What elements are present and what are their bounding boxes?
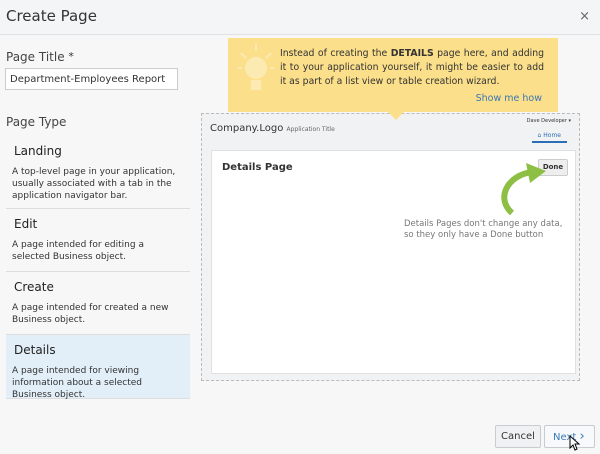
home-label: Home (543, 132, 561, 139)
page-title-label: Page Title * (6, 50, 74, 64)
curved-arrow-icon (501, 163, 546, 215)
preview-card-title: Details Page (222, 162, 293, 173)
item-desc: A page intended for editing a selected B… (12, 240, 144, 262)
home-icon: ⌂ (537, 132, 542, 139)
preview-card: Details Page Done Details Pages don't ch… (211, 150, 576, 374)
tip-bold: DETAILS (390, 48, 434, 59)
page-title-input[interactable] (5, 68, 178, 90)
tip-text: Instead of creating the (280, 48, 391, 59)
required-marker: * (68, 50, 74, 63)
preview-home-tab: ⌂ Home (531, 132, 567, 143)
dialog-title: Create Page (6, 7, 97, 25)
hint-tooltip: Instead of creating the DETAILS page her… (228, 38, 558, 120)
logo-text: Company.Logo (210, 123, 284, 134)
page-type-create[interactable]: Create A page intended for created a new … (6, 272, 190, 335)
page-preview: Company.Logo Application Title Dave Deve… (201, 113, 580, 381)
item-desc: A top-level page in your application, us… (12, 167, 176, 201)
dialog-header: Create Page × (0, 0, 600, 35)
page-type-edit[interactable]: Edit A page intended for editing a select… (6, 209, 190, 272)
preview-note: Details Pages don't change any data, so … (404, 219, 563, 240)
page-title-label-text: Page Title (6, 50, 65, 64)
preview-user: Dave Developer ▾ (526, 118, 571, 124)
show-me-how-link[interactable]: Show me how (476, 92, 542, 106)
item-name: Landing (14, 144, 62, 158)
page-type-label: Page Type (6, 115, 67, 129)
mouse-cursor-icon (569, 435, 581, 451)
page-type-details[interactable]: Details A page intended for viewing infor… (6, 335, 190, 400)
item-desc: A page intended for viewing information … (12, 366, 142, 400)
item-desc: A page intended for created a new Busine… (12, 303, 169, 325)
item-name: Create (14, 280, 54, 294)
cancel-button[interactable]: Cancel (495, 425, 541, 448)
preview-logo: Company.Logo Application Title (210, 123, 335, 134)
close-icon[interactable]: × (579, 9, 590, 24)
lightbulb-icon (238, 44, 274, 90)
app-title: Application Title (286, 126, 335, 133)
page-type-landing[interactable]: Landing A top-level page in your applicat… (6, 136, 190, 209)
item-name: Edit (14, 217, 38, 231)
item-name: Details (14, 343, 56, 357)
